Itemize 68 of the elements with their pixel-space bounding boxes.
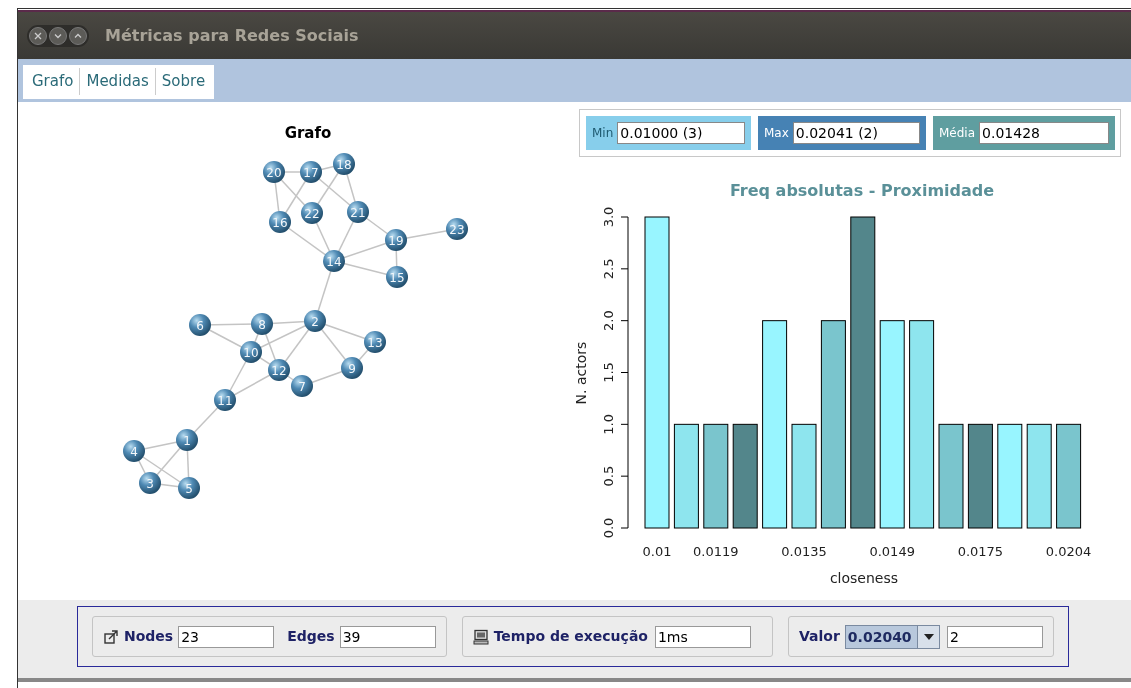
x-tick-label: 0.0149 (869, 544, 915, 559)
x-axis-label: closeness (829, 570, 899, 586)
graph-node: 16 (269, 210, 291, 233)
graph-node: 11 (214, 388, 236, 411)
y-tick-label: 2.5 (601, 258, 616, 280)
graph-node: 10 (240, 340, 262, 363)
graph-node: 22 (301, 201, 323, 224)
text-field[interactable]: 2 (947, 625, 1043, 648)
x-tick-label: 0.01 (642, 544, 672, 559)
stat-field[interactable]: 0.01000 (3) (617, 122, 745, 144)
value-dropdown[interactable]: 0.02040 (844, 624, 940, 649)
x-tick-label: 0.0119 (693, 544, 739, 559)
menu-item[interactable]: Sobre (155, 68, 212, 95)
field-label: Edges (287, 627, 335, 646)
field-label: Nodes (124, 627, 174, 646)
graph-node: 15 (386, 265, 408, 288)
close-icon (34, 31, 42, 40)
maximize-button[interactable] (69, 26, 87, 45)
graph-node: 12 (268, 358, 290, 381)
x-tick-label: 0.0135 (781, 544, 827, 559)
caret-icon (923, 633, 934, 640)
chevron-down-icon (54, 31, 62, 40)
y-tick-label: 0.0 (601, 517, 616, 539)
graph-node: 13 (364, 330, 386, 353)
graph-node: 4 (123, 439, 145, 462)
y-tick-label: 2.0 (601, 310, 616, 331)
stat-label: Média (939, 125, 976, 142)
close-button[interactable] (29, 26, 47, 45)
y-tick-label: 0.5 (601, 465, 616, 487)
graph-node: 19 (385, 228, 407, 251)
graph-node: 6 (189, 313, 211, 336)
stat-field[interactable]: 0.02041 (2) (792, 122, 920, 144)
minimize-button[interactable] (49, 26, 67, 45)
chevron-up-icon (74, 31, 82, 40)
graph-node: 23 (446, 217, 468, 240)
text-field[interactable]: 39 (339, 625, 436, 648)
computer-icon (472, 628, 489, 645)
graph-node: 8 (251, 312, 273, 335)
menu-item[interactable]: Medidas (80, 68, 156, 95)
y-axis-label: N. actors (575, 341, 589, 405)
field-label: Tempo de execução (493, 627, 648, 646)
y-tick-label: 1.5 (601, 362, 616, 383)
window-title: Métricas para Redes Sociais (105, 24, 359, 47)
graph-node: 21 (347, 200, 369, 223)
stat-field[interactable]: 0.01428 (979, 122, 1109, 144)
text-field[interactable]: 23 (178, 625, 275, 648)
graph-node: 18 (333, 152, 355, 175)
x-tick-label: 0.0175 (957, 544, 1004, 559)
field-label: Valor (799, 627, 840, 646)
y-tick-label: 3.0 (601, 206, 616, 228)
graph-title: Grafo (284, 123, 332, 144)
menu-item[interactable]: Grafo (26, 68, 81, 95)
graph-node: 2 (304, 309, 326, 332)
x-tick-label: 0.0204 (1045, 544, 1092, 559)
stat-label: Min (592, 125, 614, 142)
graph-node: 1 (176, 428, 198, 451)
y-tick-label: 1.0 (601, 414, 616, 435)
graph-node: 14 (323, 249, 345, 272)
stat-label: Max (764, 125, 789, 142)
graph-node: 3 (139, 471, 161, 494)
external-link-icon (103, 628, 119, 645)
graph-node: 20 (263, 160, 285, 183)
graph-node: 5 (178, 476, 200, 499)
chart-title: Freq absolutas - Proximidade (729, 181, 995, 200)
graph-node: 7 (291, 374, 313, 397)
graph-node: 17 (300, 160, 322, 183)
graph-node: 9 (341, 356, 363, 379)
text-field[interactable]: 1ms (654, 625, 751, 648)
